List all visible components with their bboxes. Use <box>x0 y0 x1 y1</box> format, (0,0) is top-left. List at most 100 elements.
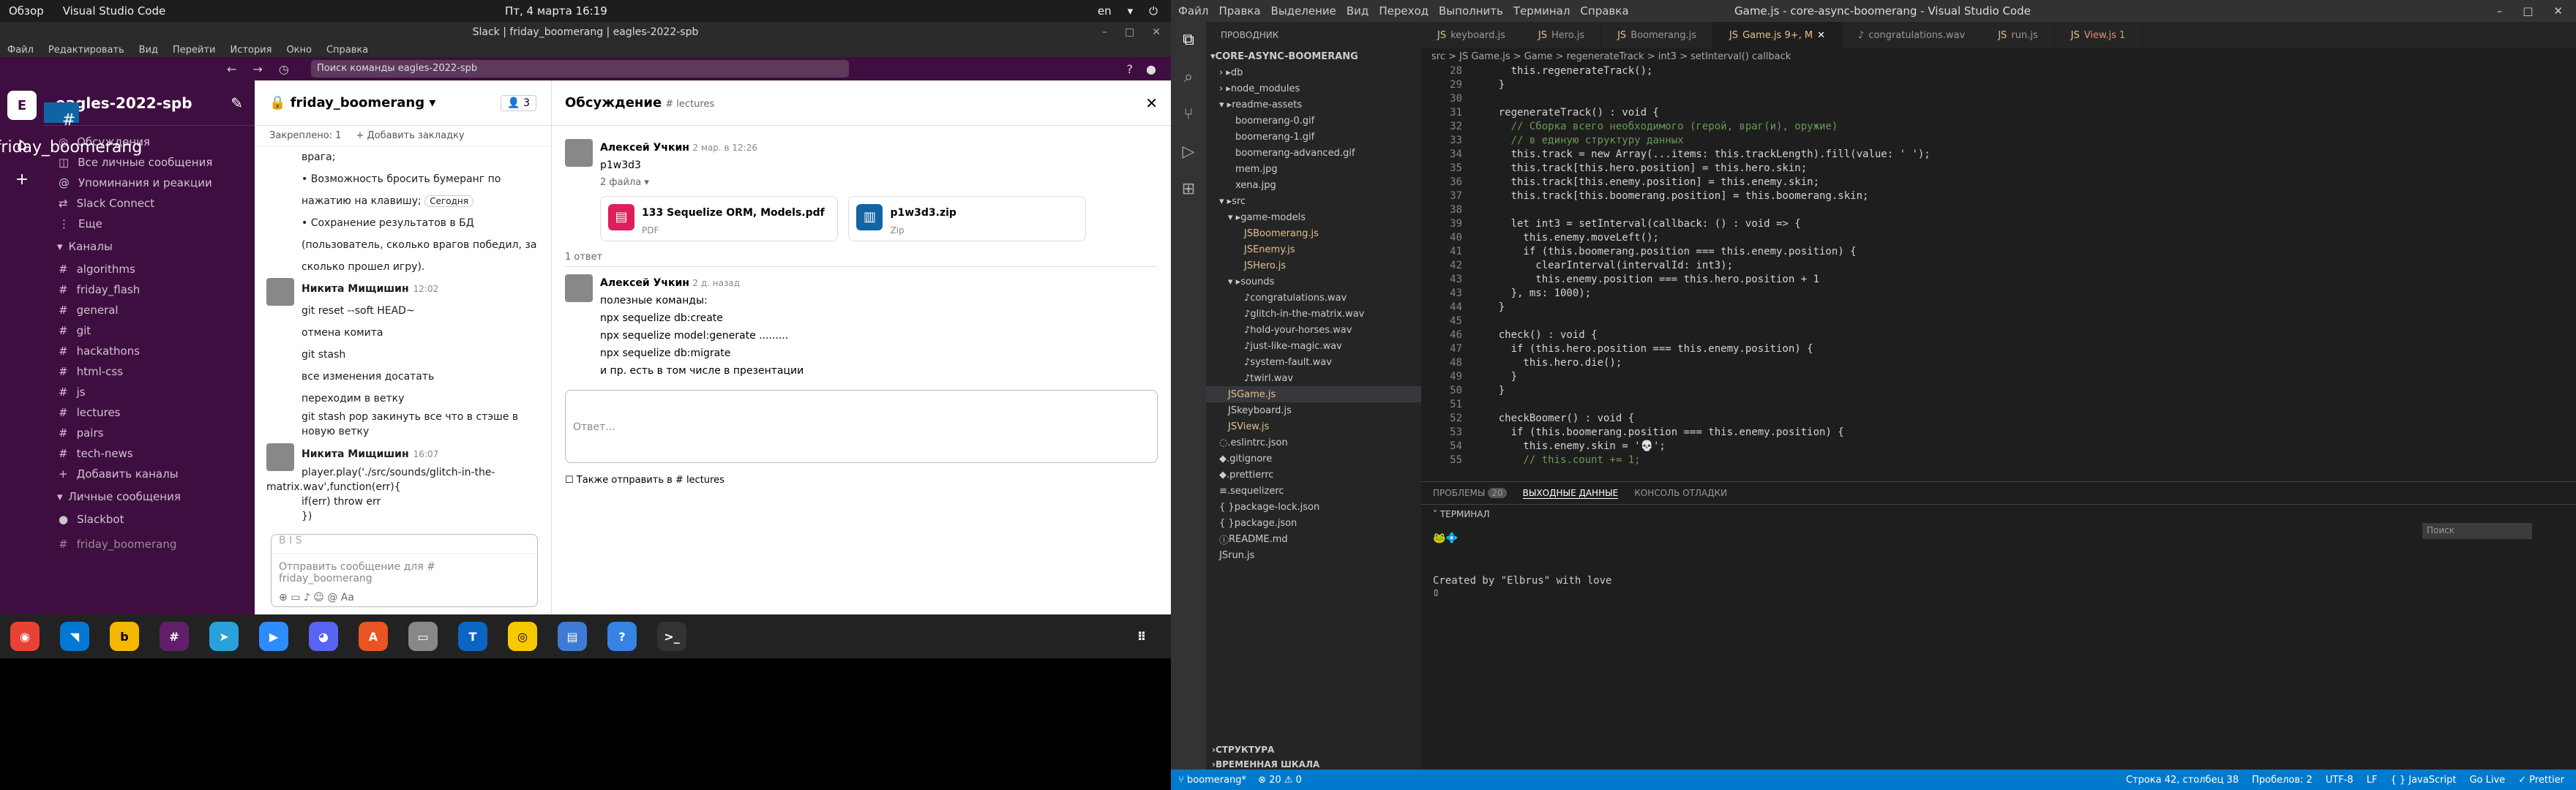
code-line[interactable]: 38 <box>1421 203 2512 217</box>
strike-icon[interactable]: S <box>296 535 302 546</box>
terminal-output[interactable]: 🐸💠 Created by "Elbrus" with love ▯ <box>1421 524 2576 607</box>
code-line[interactable]: 33 // в единую структуру данных <box>1421 134 2512 148</box>
tab-view[interactable]: JS View.js 1 <box>2055 22 2143 48</box>
add-channels[interactable]: + Добавить каналы <box>44 464 255 484</box>
menu-file[interactable]: Файл <box>7 45 34 56</box>
terminal-icon[interactable]: >_ <box>657 622 686 651</box>
indent-status[interactable]: Пробелов: 2 <box>2252 775 2313 786</box>
tree-item[interactable]: JS Hero.js <box>1206 257 1421 274</box>
close-icon[interactable]: ✕ <box>2553 4 2563 18</box>
menu-go[interactable]: Перейти <box>173 45 216 56</box>
composer-placeholder[interactable]: Отправить сообщение для # friday_boomera… <box>272 554 537 592</box>
source-control-icon[interactable]: ⑂ <box>1183 105 1193 124</box>
code-line[interactable]: 42 clearInterval(intervalId: int3); <box>1421 259 2512 273</box>
breadcrumb[interactable]: src > JS Game.js > Game > regenerateTrac… <box>1421 48 1791 64</box>
prettier-status[interactable]: ✓ Prettier <box>2518 775 2564 786</box>
author-name[interactable]: Никита Мищишин <box>302 283 409 295</box>
tree-item[interactable]: ♪ glitch-in-the-matrix.wav <box>1206 306 1421 322</box>
menu-window[interactable]: Окно <box>286 45 312 56</box>
author-name[interactable]: Никита Мищишин <box>302 448 409 460</box>
back-icon[interactable]: ← <box>227 62 236 76</box>
menu-go[interactable]: Переход <box>1379 4 1429 18</box>
nav-mentions[interactable]: @ Упоминания и реакции <box>44 173 255 193</box>
tree-item-active[interactable]: JS Game.js <box>1206 386 1421 402</box>
add-workspace-icon[interactable]: + <box>15 170 29 189</box>
files-icon[interactable]: ▭ <box>408 622 438 651</box>
tree-item[interactable]: ♪ system-fault.wav <box>1206 354 1421 370</box>
tree-item[interactable]: JS Boomerang.js <box>1206 225 1421 241</box>
menu-view[interactable]: Вид <box>1347 4 1368 18</box>
clock[interactable]: Пт, 4 марта 16:19 <box>505 4 607 18</box>
channel-item[interactable]: # hackathons <box>44 341 255 361</box>
avatar[interactable] <box>565 274 593 302</box>
tab-keyboard[interactable]: JS keyboard.js <box>1421 22 1522 48</box>
problems-status[interactable]: ⊗ 20 ⚠ 0 <box>1258 775 1302 786</box>
power-icon[interactable]: ⏻ <box>1149 4 1158 18</box>
menu-history[interactable]: История <box>231 45 272 56</box>
code-line[interactable]: 43 this.enemy.position === this.hero.pos… <box>1421 273 2512 287</box>
pinned-button[interactable]: Закреплено: 1 <box>269 130 341 141</box>
tree-item[interactable]: { } package-lock.json <box>1206 499 1421 515</box>
maximize-icon[interactable]: □ <box>2523 4 2533 18</box>
avatar[interactable] <box>565 139 593 167</box>
lang-indicator[interactable]: en <box>1098 4 1112 18</box>
tab-run[interactable]: JS run.js <box>1982 22 2055 48</box>
active-app-menu[interactable]: Visual Studio Code <box>63 4 166 18</box>
project-root[interactable]: ▾ CORE-ASYNC-BOOMERANG <box>1206 48 1421 64</box>
file-attachment[interactable]: ▥ p1w3d3.zip Zip <box>848 196 1087 241</box>
tree-item[interactable]: ◌ .eslintrc.json <box>1206 434 1421 451</box>
overview-button[interactable]: Обзор <box>9 4 44 18</box>
code-line[interactable]: 52 checkBoomer() : void { <box>1421 412 2512 426</box>
italic-icon[interactable]: I <box>289 535 292 546</box>
teams-icon[interactable]: T <box>458 622 487 651</box>
tree-item[interactable]: ▾ ▸ readme-assets <box>1206 97 1421 113</box>
message-date[interactable]: 2 мар. в 12:26 <box>692 143 757 153</box>
plus-icon[interactable]: ⊕ <box>279 592 288 603</box>
go-live-button[interactable]: Go Live <box>2469 775 2505 786</box>
code-line[interactable]: 39 let int3 = setInterval(callback: () :… <box>1421 217 2512 231</box>
tab-congratulations[interactable]: ♪ congratulations.wav <box>1842 22 1982 48</box>
language-status[interactable]: { } JavaScript <box>2390 775 2456 786</box>
explorer-icon[interactable]: ⧉ <box>1183 31 1194 49</box>
nav-more[interactable]: ⋮ Еще <box>44 214 255 234</box>
code-line[interactable]: 31 regenerateTrack() : void { <box>1421 106 2512 120</box>
tree-item[interactable]: ▾ ▸ sounds <box>1206 274 1421 290</box>
code-line[interactable]: 47 if (this.hero.position === this.enemy… <box>1421 342 2512 356</box>
avatar[interactable] <box>266 443 294 471</box>
channel-item[interactable]: # friday_flash <box>44 279 255 300</box>
code-line[interactable]: 48 this.hero.die(); <box>1421 356 2512 370</box>
code-line[interactable]: 49 } <box>1421 370 2512 384</box>
message-time[interactable]: 12:02 <box>413 284 439 294</box>
tree-item[interactable]: ♪ just-like-magic.wav <box>1206 338 1421 354</box>
tree-item[interactable]: JS run.js <box>1206 547 1421 563</box>
tab-output[interactable]: ВЫХОДНЫЕ ДАННЫЕ <box>1522 488 1619 499</box>
code-editor[interactable]: 28 this.regenerateTrack(); 29 } 30 31 regen… <box>1421 64 2512 481</box>
tree-item[interactable]: { } package.json <box>1206 515 1421 531</box>
code-line[interactable]: 28 this.regenerateTrack(); <box>1421 64 2512 78</box>
mic-icon[interactable]: ♪ <box>304 592 310 603</box>
encoding-status[interactable]: UTF-8 <box>2326 775 2354 786</box>
minimize-icon[interactable]: – <box>1102 26 1107 38</box>
discord-icon[interactable]: ◕ <box>309 622 338 651</box>
avatar[interactable]: ● <box>1146 62 1156 76</box>
code-line[interactable]: 53 if (this.boomerang.position === this.… <box>1421 426 2512 440</box>
channel-item[interactable]: # algorithms <box>44 259 255 279</box>
code-line[interactable]: 35 this.track[this.hero.position] = this… <box>1421 162 2512 176</box>
code-line[interactable]: 34 this.track = new Array(...items: this… <box>1421 148 2512 162</box>
files-label[interactable]: 2 файла ▾ <box>565 174 1158 192</box>
menu-help[interactable]: Справка <box>1580 4 1628 18</box>
emoji-icon[interactable]: ☺ <box>313 592 324 603</box>
tree-item[interactable]: ◆ .gitignore <box>1206 451 1421 467</box>
menu-run[interactable]: Выполнить <box>1439 4 1503 18</box>
code-line[interactable]: 44 } <box>1421 301 2512 315</box>
tree-item[interactable]: › ▸ node_modules <box>1206 80 1421 97</box>
tree-item[interactable]: JS Enemy.js <box>1206 241 1421 257</box>
cursor-position[interactable]: Строка 42, столбец 38 <box>2126 775 2239 786</box>
members-button[interactable]: 👤 3 <box>501 94 536 111</box>
code-line[interactable]: 51 <box>1421 398 2512 412</box>
reply-composer[interactable]: Ответ... <box>565 390 1158 463</box>
channel-item[interactable]: # git <box>44 320 255 341</box>
author-name[interactable]: Алексей Учкин <box>600 142 689 154</box>
tree-item[interactable]: ♪ twirl.wav <box>1206 370 1421 386</box>
workspace-icon[interactable]: E <box>7 91 37 120</box>
